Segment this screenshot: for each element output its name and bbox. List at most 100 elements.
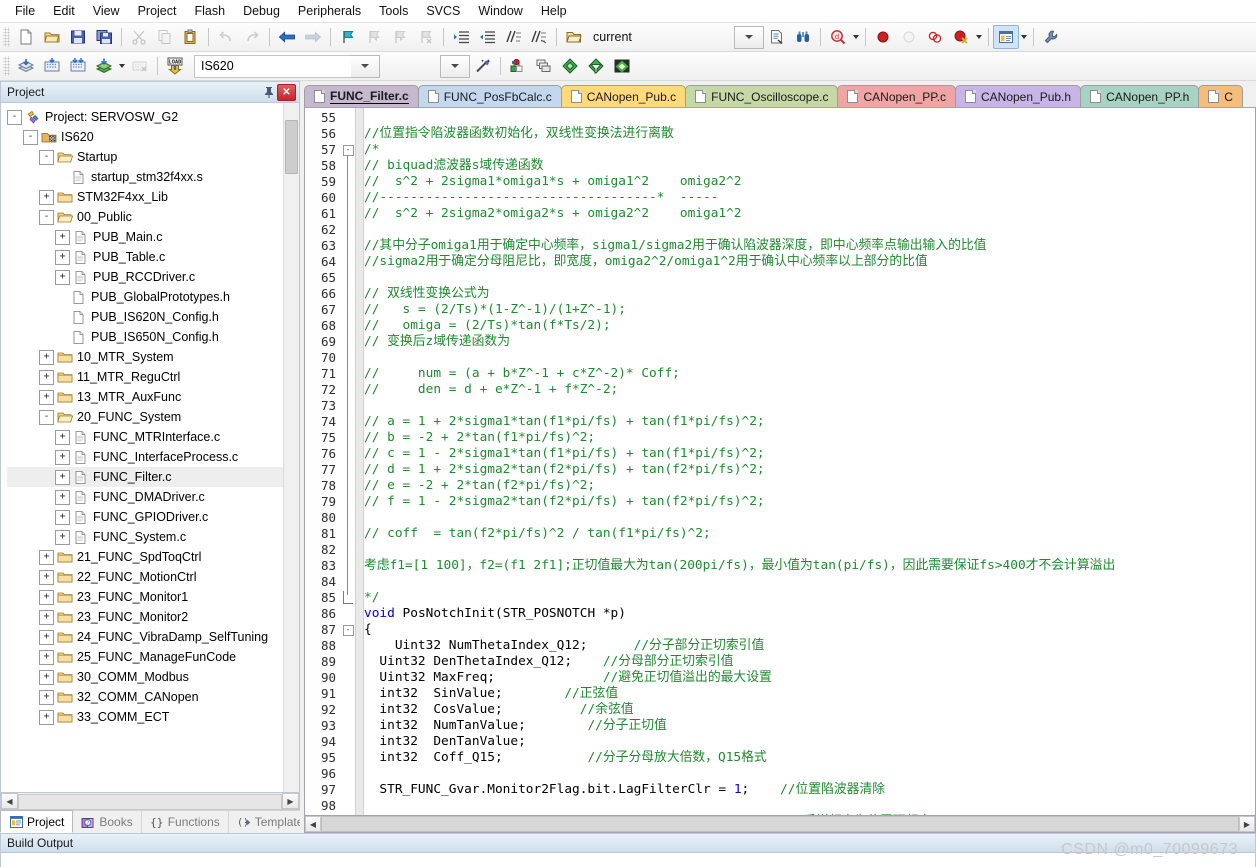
indent-left-icon[interactable] <box>474 25 500 49</box>
scrollbar-thumb[interactable] <box>285 120 298 174</box>
undo-arrow-icon[interactable] <box>213 25 239 49</box>
code-line[interactable]: // den = d + e*Z^-1 + f*Z^-2; <box>364 382 1255 398</box>
green-diamond-icon[interactable] <box>557 54 583 78</box>
fold-collapse-icon[interactable]: - <box>342 624 354 636</box>
arrow-left-icon[interactable] <box>274 25 300 49</box>
code-line[interactable]: // 双线性变换公式为 <box>364 286 1255 302</box>
build-output-body[interactable] <box>0 853 1256 867</box>
project-tree-hscrollbar[interactable]: ◀ ▶ <box>0 793 300 810</box>
menu-item-project[interactable]: Project <box>129 2 186 20</box>
load-download-icon[interactable]: LOAD <box>162 54 188 78</box>
code-line[interactable] <box>364 398 1255 414</box>
code-line[interactable]: int32 CosValue; //余弦值 <box>364 702 1255 718</box>
expand-toggle-icon[interactable]: + <box>39 189 54 205</box>
tree-item[interactable]: +33_COMM_ECT <box>7 707 283 727</box>
code-line[interactable]: // s^2 + 2sigma2*omiga2*s + omiga2^2 omi… <box>364 206 1255 222</box>
code-line[interactable]: Uint32 DenThetaIndex_Q12; //分母部分正切索引值 <box>364 654 1255 670</box>
expand-toggle-icon[interactable]: + <box>39 689 54 705</box>
code-line[interactable]: 考虑f1=[1 100]，f2=(f1 2f1];正切值最大为tan(200pi… <box>364 558 1255 574</box>
expand-toggle-icon[interactable]: + <box>55 429 70 445</box>
stop-build-icon[interactable] <box>127 54 153 78</box>
bookmark-flag-icon[interactable] <box>335 25 361 49</box>
tree-item[interactable]: PUB_IS650N_Config.h <box>7 327 283 347</box>
collapse-toggle-icon[interactable]: - <box>7 109 22 125</box>
file-config-icon[interactable] <box>764 25 790 49</box>
editor-tab-func-posfbcalc-c[interactable]: FUNC_PosFbCalc.c <box>417 85 562 107</box>
build-file-icon[interactable] <box>39 54 65 78</box>
tree-item[interactable]: +23_FUNC_Monitor1 <box>7 587 283 607</box>
collapse-toggle-icon[interactable]: - <box>39 149 54 165</box>
expand-toggle-icon[interactable]: + <box>39 569 54 585</box>
save-all-icon[interactable] <box>91 25 117 49</box>
code-text[interactable]: //位置指令陷波器函数初始化，双线性变换法进行离散/*// biquad滤波器s… <box>364 108 1255 815</box>
indent-right-icon[interactable] <box>448 25 474 49</box>
expand-toggle-icon[interactable]: + <box>55 489 70 505</box>
uncomment-lines-icon[interactable] <box>526 25 552 49</box>
expand-toggle-icon[interactable]: + <box>39 649 54 665</box>
code-line[interactable]: // b = -2 + 2*tan(f1*pi/fs)^2; <box>364 430 1255 446</box>
wrench-icon[interactable] <box>1038 25 1064 49</box>
chevron-down-icon[interactable] <box>974 26 984 48</box>
green-funnel-icon[interactable] <box>583 54 609 78</box>
chevron-down-icon[interactable] <box>851 26 861 48</box>
tree-item[interactable]: + FUNC_System.c <box>7 527 283 547</box>
code-line[interactable] <box>364 270 1255 286</box>
chevron-down-icon[interactable] <box>117 55 127 77</box>
expand-toggle-icon[interactable]: + <box>39 629 54 645</box>
folder-current-icon[interactable] <box>561 25 587 49</box>
save-disk-icon[interactable] <box>65 25 91 49</box>
build-stack-icon[interactable] <box>13 54 39 78</box>
code-line[interactable]: { <box>364 622 1255 638</box>
pin-icon[interactable] <box>261 84 277 100</box>
code-line[interactable]: // s = (2/Ts)*(1-Z^-1)/(1+Z^-1); <box>364 302 1255 318</box>
editor-hscrollbar[interactable]: ◀ ▶ <box>304 816 1256 833</box>
paste-icon[interactable] <box>178 25 204 49</box>
copy-icon[interactable] <box>152 25 178 49</box>
code-line[interactable] <box>364 798 1255 814</box>
folder-dropdown-button[interactable] <box>733 25 764 49</box>
menu-item-tools[interactable]: Tools <box>370 2 417 20</box>
tree-item[interactable]: - Startup <box>7 147 283 167</box>
menu-item-help[interactable]: Help <box>532 2 576 20</box>
code-line[interactable]: STR_FUNC_Gvar.Monitor2Flag.bit.LagFilter… <box>364 782 1255 798</box>
code-line[interactable]: // e = -2 + 2*tan(f2*pi/fs)^2; <box>364 478 1255 494</box>
expand-toggle-icon[interactable]: + <box>39 369 54 385</box>
tree-item[interactable]: PUB_IS620N_Config.h <box>7 307 283 327</box>
tree-item[interactable]: PUB_GlobalPrototypes.h <box>7 287 283 307</box>
tree-item[interactable]: +25_FUNC_ManageFunCode <box>7 647 283 667</box>
tree-item[interactable]: + FUNC_GPIODriver.c <box>7 507 283 527</box>
code-line[interactable] <box>364 222 1255 238</box>
hscroll-track[interactable] <box>18 794 282 810</box>
breakpoint-kill-icon[interactable] <box>948 25 974 49</box>
collapse-toggle-icon[interactable]: - <box>39 409 54 425</box>
target-selector[interactable]: IS620 <box>194 54 352 78</box>
menu-item-window[interactable]: Window <box>469 2 531 20</box>
tree-item[interactable]: + PUB_Table.c <box>7 247 283 267</box>
expand-toggle-icon[interactable]: + <box>39 709 54 725</box>
breakpoint-hollow-icon[interactable] <box>896 25 922 49</box>
expand-toggle-icon[interactable]: + <box>55 449 70 465</box>
tree-item[interactable]: +30_COMM_Modbus <box>7 667 283 687</box>
binoculars-icon[interactable] <box>790 25 816 49</box>
expand-toggle-icon[interactable]: + <box>39 389 54 405</box>
code-line[interactable]: // f = 1 - 2*sigma2*tan(f2*pi/fs) + tan(… <box>364 494 1255 510</box>
code-line[interactable]: Uint32 MaxFreq; //避免正切值溢出的最大设置 <box>364 670 1255 686</box>
editor-scroll-right[interactable]: ▶ <box>1239 816 1255 832</box>
code-line[interactable]: // s^2 + 2sigma1*omiga1*s + omiga1^2 omi… <box>364 174 1255 190</box>
code-line[interactable]: /* <box>364 142 1255 158</box>
code-editor[interactable]: 55 56 57 58 59 60 61 62 63 64 65 66 67 68 69 70 71 72 73 74… <box>304 107 1256 816</box>
expand-toggle-icon[interactable]: + <box>39 609 54 625</box>
green-packs-icon[interactable] <box>609 54 635 78</box>
code-line[interactable]: //其中分子omiga1用于确定中心频率，sigma1/sigma2用于确认陷波… <box>364 238 1255 254</box>
expand-toggle-icon[interactable]: + <box>55 229 70 245</box>
pane-tab-functions[interactable]: {} Functions <box>142 811 229 833</box>
code-line[interactable] <box>364 574 1255 590</box>
code-line[interactable] <box>364 542 1255 558</box>
breakpoint-red-dot-icon[interactable] <box>870 25 896 49</box>
tree-item[interactable]: +23_FUNC_Monitor2 <box>7 607 283 627</box>
tree-item[interactable]: + FUNC_DMADriver.c <box>7 487 283 507</box>
editor-tab-func-oscilloscope-c[interactable]: FUNC_Oscilloscope.c <box>685 85 839 107</box>
expand-toggle-icon[interactable]: + <box>39 669 54 685</box>
menu-item-debug[interactable]: Debug <box>234 2 289 20</box>
expand-toggle-icon[interactable]: + <box>39 589 54 605</box>
